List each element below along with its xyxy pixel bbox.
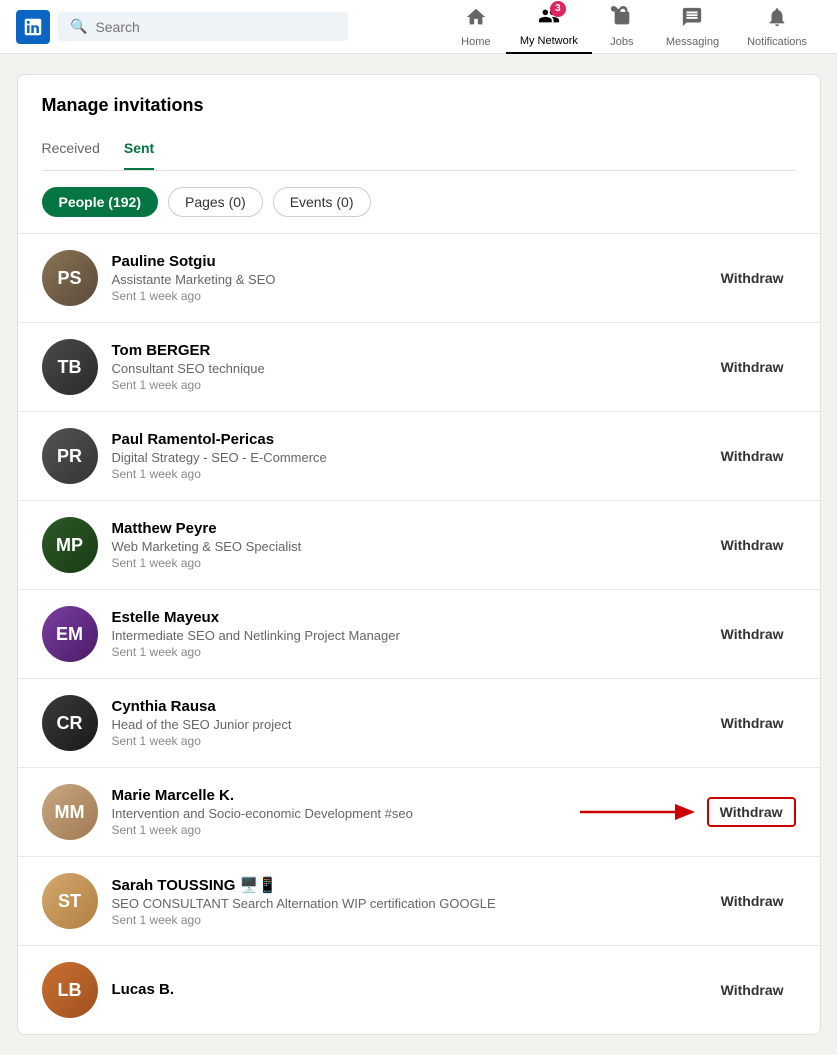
nav-home[interactable]: Home	[446, 0, 506, 54]
main-content: Manage invitations Received Sent People …	[9, 74, 829, 1035]
person-info: Cynthia Rausa Head of the SEO Junior proj…	[112, 698, 695, 748]
person-title: Web Marketing & SEO Specialist	[112, 539, 695, 554]
tab-received[interactable]: Received	[42, 132, 100, 170]
list-item: MP Matthew Peyre Web Marketing & SEO Speci…	[18, 501, 820, 590]
list-item: CR Cynthia Rausa Head of the SEO Junior pr…	[18, 679, 820, 768]
withdraw-button[interactable]: Withdraw	[709, 887, 796, 915]
withdraw-button[interactable]: Withdraw	[709, 442, 796, 470]
person-info: Pauline Sotgiu Assistante Marketing & SEO…	[112, 253, 695, 303]
my-network-icon: 3	[538, 5, 560, 33]
withdraw-button[interactable]: Withdraw	[709, 264, 796, 292]
messaging-icon	[681, 6, 703, 34]
avatar: PS	[42, 250, 98, 306]
person-title: Consultant SEO technique	[112, 361, 695, 376]
avatar: LB	[42, 962, 98, 1018]
withdraw-button[interactable]: Withdraw	[709, 620, 796, 648]
manage-title: Manage invitations	[42, 95, 796, 116]
filter-events[interactable]: Events (0)	[273, 187, 371, 217]
person-info: Lucas B.	[112, 981, 695, 1000]
sent-time: Sent 1 week ago	[112, 289, 695, 303]
avatar: EM	[42, 606, 98, 662]
list-item: PR Paul Ramentol-Pericas Digital Strategy …	[18, 412, 820, 501]
nav-notifications[interactable]: Notifications	[733, 0, 821, 54]
withdraw-button[interactable]: Withdraw	[709, 976, 796, 1004]
home-label: Home	[461, 36, 490, 48]
search-icon: 🔍	[70, 18, 87, 35]
person-title: Head of the SEO Junior project	[112, 717, 695, 732]
list-item: LB Lucas B. Withdraw	[18, 946, 820, 1034]
person-name[interactable]: Lucas B.	[112, 981, 695, 998]
person-info: Sarah TOUSSING 🖥️📱 SEO CONSULTANT Search …	[112, 876, 695, 927]
person-name[interactable]: Tom BERGER	[112, 342, 695, 359]
search-input[interactable]	[95, 19, 336, 35]
person-title: Digital Strategy - SEO - E-Commerce	[112, 450, 695, 465]
my-network-label: My Network	[520, 35, 578, 47]
tab-sent[interactable]: Sent	[124, 132, 154, 170]
home-icon	[465, 6, 487, 34]
person-info: Tom BERGER Consultant SEO technique Sent 1…	[112, 342, 695, 392]
jobs-label: Jobs	[610, 36, 633, 48]
sent-time: Sent 1 week ago	[112, 913, 695, 927]
jobs-icon	[611, 6, 633, 34]
nav-messaging[interactable]: Messaging	[652, 0, 733, 54]
messaging-label: Messaging	[666, 36, 719, 48]
sent-time: Sent 1 week ago	[112, 556, 695, 570]
linkedin-logo[interactable]	[16, 10, 50, 44]
my-network-badge: 3	[550, 1, 566, 17]
person-info: Matthew Peyre Web Marketing & SEO Special…	[112, 520, 695, 570]
nav-my-network[interactable]: 3 My Network	[506, 0, 592, 54]
manage-invitations-card: Manage invitations Received Sent People …	[17, 74, 821, 1035]
nav-jobs[interactable]: Jobs	[592, 0, 652, 54]
invitation-list: PS Pauline Sotgiu Assistante Marketing & S…	[18, 234, 820, 1034]
withdraw-button[interactable]: Withdraw	[709, 709, 796, 737]
withdraw-button[interactable]: Withdraw	[709, 353, 796, 381]
person-name[interactable]: Paul Ramentol-Pericas	[112, 431, 695, 448]
person-name[interactable]: Estelle Mayeux	[112, 609, 695, 626]
person-name[interactable]: Sarah TOUSSING 🖥️📱	[112, 876, 695, 894]
sent-time: Sent 1 week ago	[112, 734, 695, 748]
list-item: ST Sarah TOUSSING 🖥️📱 SEO CONSULTANT Searc…	[18, 857, 820, 946]
avatar: MM	[42, 784, 98, 840]
list-item: TB Tom BERGER Consultant SEO technique Sent…	[18, 323, 820, 412]
person-name[interactable]: Matthew Peyre	[112, 520, 695, 537]
person-name[interactable]: Marie Marcelle K.	[112, 787, 693, 804]
list-item: MM Marie Marcelle K. Intervention and Soci…	[18, 768, 820, 857]
person-title: SEO CONSULTANT Search Alternation WIP ce…	[112, 896, 695, 911]
avatar: CR	[42, 695, 98, 751]
person-title: Intervention and Socio-economic Developm…	[112, 806, 693, 821]
list-item: PS Pauline Sotgiu Assistante Marketing & S…	[18, 234, 820, 323]
person-name[interactable]: Pauline Sotgiu	[112, 253, 695, 270]
filter-pages[interactable]: Pages (0)	[168, 187, 263, 217]
nav-items: Home 3 My Network Jobs Messaging Not	[446, 0, 821, 54]
person-name[interactable]: Cynthia Rausa	[112, 698, 695, 715]
person-info: Paul Ramentol-Pericas Digital Strategy - …	[112, 431, 695, 481]
withdraw-button[interactable]: Withdraw	[709, 531, 796, 559]
avatar: ST	[42, 873, 98, 929]
sent-time: Sent 1 week ago	[112, 823, 693, 837]
notifications-label: Notifications	[747, 36, 807, 48]
avatar: PR	[42, 428, 98, 484]
tabs: Received Sent	[42, 132, 796, 171]
filters: People (192) Pages (0) Events (0)	[18, 171, 820, 234]
person-info: Estelle Mayeux Intermediate SEO and Netli…	[112, 609, 695, 659]
card-header: Manage invitations Received Sent	[18, 75, 820, 171]
notifications-icon	[766, 6, 788, 34]
sent-time: Sent 1 week ago	[112, 645, 695, 659]
withdraw-button[interactable]: Withdraw	[707, 797, 796, 827]
person-title: Intermediate SEO and Netlinking Project …	[112, 628, 695, 643]
search-bar[interactable]: 🔍	[58, 12, 348, 41]
sent-time: Sent 1 week ago	[112, 467, 695, 481]
list-item: EM Estelle Mayeux Intermediate SEO and Net…	[18, 590, 820, 679]
avatar: MP	[42, 517, 98, 573]
filter-people[interactable]: People (192)	[42, 187, 158, 217]
navbar: 🔍 Home 3 My Network Jobs Mes	[0, 0, 837, 54]
avatar: TB	[42, 339, 98, 395]
person-title: Assistante Marketing & SEO	[112, 272, 695, 287]
person-info: Marie Marcelle K. Intervention and Socio-…	[112, 787, 693, 837]
sent-time: Sent 1 week ago	[112, 378, 695, 392]
